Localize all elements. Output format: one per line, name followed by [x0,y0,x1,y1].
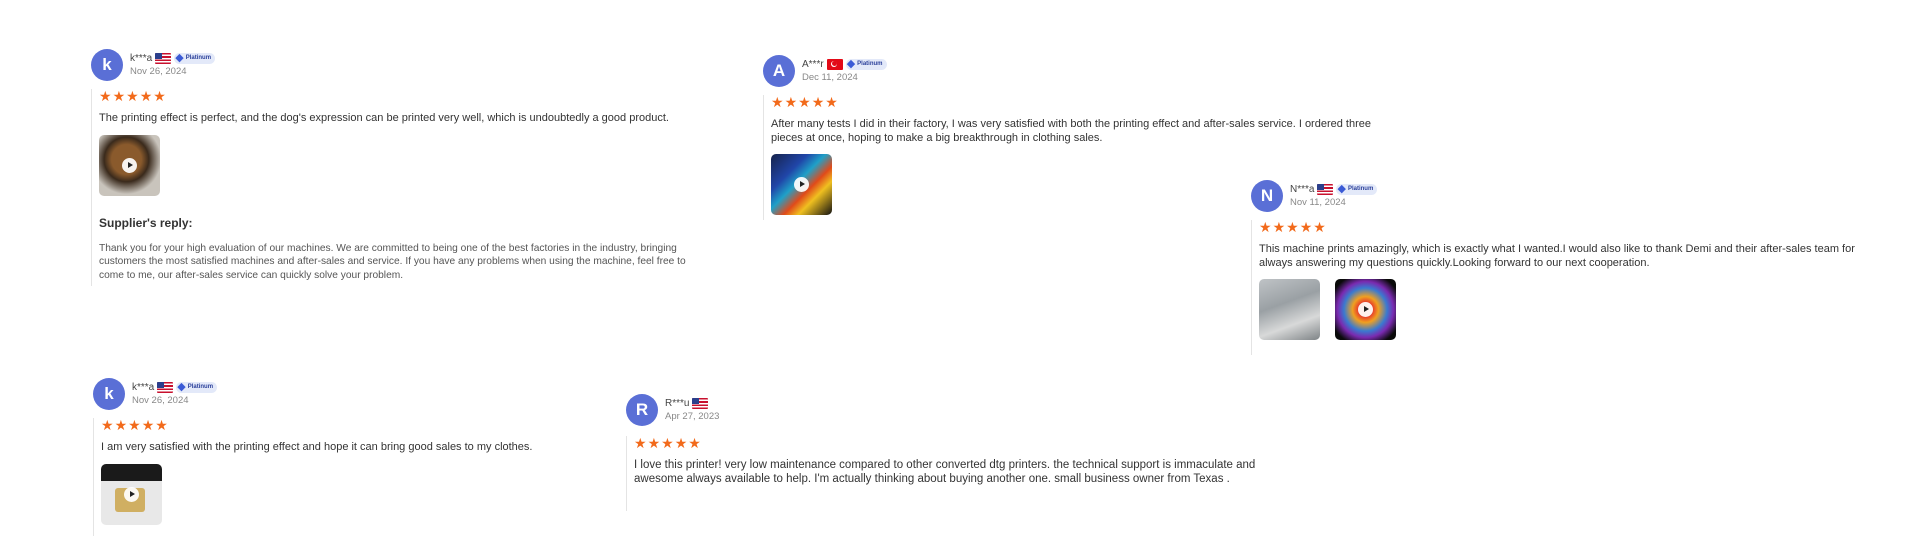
star-icon: ★ [798,94,811,110]
reviewer-name: R***u [665,397,690,409]
review-body: ★ ★ ★ ★ ★ The printing effect is perfect… [91,89,689,286]
badge-label: Platinum [187,384,214,390]
avatar: A [763,55,795,87]
platinum-badge: ◆ Platinum [176,380,218,393]
star-icon: ★ [811,94,825,110]
review-date: Nov 26, 2024 [132,395,189,406]
review-text: I am very satisfied with the printing ef… [101,441,533,453]
us-flag-icon [157,381,174,393]
supplier-reply-text: Thank you for your high evaluation of ou… [99,242,686,281]
star-icon: ★ [1272,219,1286,235]
star-rating: ★ ★ ★ ★ ★ [1259,220,1871,234]
star-icon: ★ [128,417,141,433]
star-icon: ★ [99,88,112,104]
star-icon: ★ [101,417,114,433]
review-text: After many tests I did in their factory,… [771,118,1371,144]
review-date: Dec 11, 2024 [802,72,858,83]
review-body: ★ ★ ★ ★ ★ I am very satisfied with the p… [93,418,691,536]
star-icon: ★ [771,94,784,110]
review-card: N N***a ◆ Platinum Nov 11, 2024 ★ ★ ★ ★ … [1251,180,1871,360]
diamond-icon: ◆ [177,380,186,393]
play-icon[interactable] [122,157,137,173]
reviewer-meta: N***a ◆ Platinum Nov 11, 2024 [1290,182,1378,208]
us-flag-icon [692,397,709,409]
platinum-badge: ◆ Platinum [845,57,887,70]
review-video-thumbnail[interactable] [1335,279,1396,340]
review-body: ★ ★ ★ ★ ★ I love this printer! very low … [626,436,1274,511]
reviewer-meta: k***a ◆ Platinum Nov 26, 2024 [130,51,216,77]
star-icon: ★ [139,88,153,104]
star-icon: ★ [688,435,701,451]
star-icon: ★ [825,94,838,110]
review-card: k k***a ◆ Platinum Nov 26, 2024 ★ ★ ★ ★ … [93,378,713,538]
star-icon: ★ [784,94,798,110]
star-icon: ★ [153,88,166,104]
star-icon: ★ [634,435,647,451]
diamond-icon: ◆ [175,51,184,64]
reviewer-meta: R***u Apr 27, 2023 [665,396,719,422]
turkey-flag-icon [826,58,843,70]
reviewer-meta: A***r ◆ Platinum Dec 11, 2024 [802,57,887,83]
review-text: The printing effect is perfect, and the … [99,112,669,124]
star-icon: ★ [1313,219,1326,235]
avatar: k [93,378,125,410]
us-flag-icon [1317,183,1334,195]
badge-label: Platinum [1347,186,1374,192]
platinum-badge: ◆ Platinum [1336,182,1378,195]
star-icon: ★ [647,435,661,451]
star-icon: ★ [126,88,139,104]
review-card: R R***u Apr 27, 2023 ★ ★ ★ ★ ★ I love th… [626,394,1316,524]
reviewer-meta: k***a ◆ Platinum Nov 26, 2024 [132,380,218,406]
star-icon: ★ [661,435,674,451]
star-rating: ★ ★ ★ ★ ★ [771,95,1376,109]
reviewer-name: A***r [802,58,824,70]
star-icon: ★ [155,417,168,433]
star-icon: ★ [112,88,126,104]
review-video-thumbnail[interactable] [101,463,162,525]
star-icon: ★ [1299,219,1313,235]
star-icon: ★ [674,435,688,451]
platinum-badge: ◆ Platinum [174,51,216,64]
star-rating: ★ ★ ★ ★ ★ [101,418,691,432]
diamond-icon: ◆ [1337,182,1346,195]
supplier-reply-title: Supplier's reply: [99,215,193,230]
review-text: I love this printer! very low maintenanc… [634,459,1256,485]
reviewer-name: N***a [1290,183,1315,195]
reviewer-name: k***a [130,52,153,64]
star-icon: ★ [1286,219,1299,235]
badge-label: Platinum [185,55,212,61]
star-icon: ★ [114,417,128,433]
star-rating: ★ ★ ★ ★ ★ [99,89,689,103]
star-icon: ★ [1259,219,1272,235]
review-text: This machine prints amazingly, which is … [1259,243,1855,269]
review-video-thumbnail[interactable] [771,154,832,215]
avatar: k [91,49,123,81]
play-icon[interactable] [124,486,139,502]
play-icon[interactable] [1358,302,1373,317]
review-date: Nov 11, 2024 [1290,197,1346,208]
review-date: Nov 26, 2024 [130,66,187,77]
review-date: Apr 27, 2023 [665,411,720,422]
avatar: R [626,394,658,426]
play-icon[interactable] [794,177,809,192]
review-card: k k***a ◆ Platinum Nov 26, 2024 ★ ★ ★ ★ … [91,49,711,289]
avatar: N [1251,180,1283,212]
review-body: ★ ★ ★ ★ ★ This machine prints amazingly,… [1251,220,1871,355]
review-video-thumbnail[interactable] [99,134,160,196]
us-flag-icon [155,52,172,64]
review-image-thumbnail[interactable] [1259,279,1320,340]
diamond-icon: ◆ [846,57,856,70]
reviewer-name: k***a [132,381,155,393]
badge-label: Platinum [857,61,883,67]
star-rating: ★ ★ ★ ★ ★ [634,436,1274,450]
star-icon: ★ [141,417,155,433]
